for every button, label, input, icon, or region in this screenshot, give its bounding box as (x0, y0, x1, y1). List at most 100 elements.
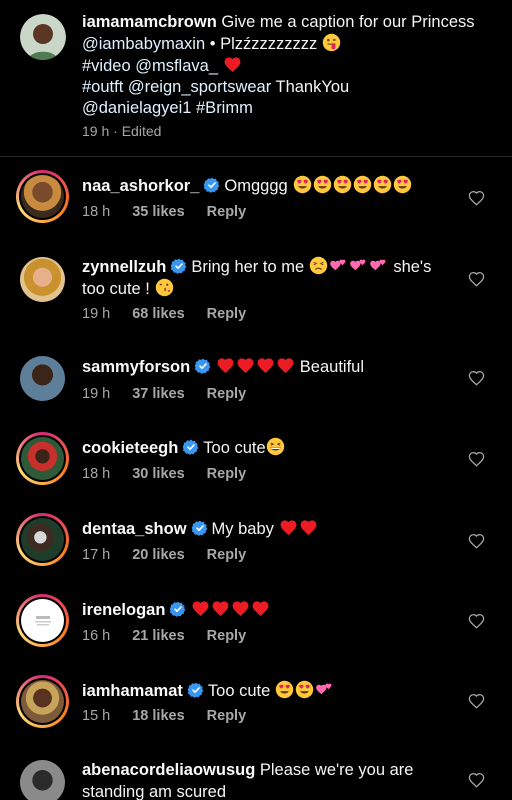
verified-badge-icon (188, 682, 204, 698)
red-heart-emoji (216, 356, 235, 375)
comment-body: Too cute (203, 439, 266, 457)
comment-likes[interactable]: 21 likes (132, 628, 184, 644)
red-heart-emoji (236, 356, 255, 375)
red-heart-emoji (279, 518, 298, 537)
heart-eyes-emoji (313, 175, 332, 194)
avatar[interactable] (16, 253, 69, 306)
red-heart-emoji (211, 599, 230, 618)
comment-username[interactable]: dentaa_show (82, 520, 187, 538)
heart-eyes-emoji (373, 175, 392, 194)
caption-edited: Edited (121, 123, 162, 139)
avatar[interactable] (16, 756, 69, 800)
avatar[interactable] (16, 352, 69, 405)
comment-body-2: she's (388, 258, 432, 276)
caption-hashtag[interactable]: #Brimm (191, 99, 253, 117)
heart-outline-icon[interactable] (468, 693, 485, 709)
avatar[interactable] (16, 594, 69, 647)
comment-body: Please we're you are (259, 761, 414, 779)
comment-meta: 19 h 68 likes Reply (82, 306, 268, 322)
comment-likes[interactable]: 68 likes (132, 306, 184, 322)
comment-username[interactable]: naa_ashorkor_ (82, 177, 199, 195)
caption-text-3: ThankYou (271, 78, 350, 96)
comment-username[interactable]: sammyforson (82, 358, 190, 376)
heart-outline-icon[interactable] (468, 271, 485, 287)
comment-time: 16 h (82, 628, 111, 644)
comment-body-2: standing am scured (82, 783, 226, 800)
caption-author-avatar[interactable] (20, 14, 66, 60)
heart-outline-icon[interactable] (468, 451, 485, 467)
reply-button[interactable]: Reply (207, 547, 247, 563)
comment-meta: 18 h 30 likes Reply (82, 466, 268, 482)
red-heart-emoji (256, 356, 275, 375)
verified-badge-icon (183, 439, 199, 455)
comment-likes[interactable]: 30 likes (132, 466, 184, 482)
comment-meta: 19 h 37 likes Reply (82, 386, 268, 402)
comment-username[interactable]: iamhamamat (82, 682, 183, 700)
comment-meta: 16 h 21 likes Reply (82, 628, 268, 644)
two-hearts-emoji (369, 256, 388, 275)
red-heart-emoji (299, 518, 318, 537)
comment-username[interactable]: zynnellzuh (82, 258, 166, 276)
caption-mention[interactable]: @reign_sportswear (128, 78, 271, 96)
avatar[interactable] (16, 170, 69, 223)
caption-time: 19 h (82, 123, 110, 139)
comment-time: 18 h (82, 204, 111, 220)
comments-screen: iamamamcbrown Give me a caption for our … (0, 0, 512, 800)
comment-likes[interactable]: 18 likes (132, 708, 184, 724)
caption-mention[interactable]: @danielagyei1 (82, 99, 191, 117)
avatar[interactable] (16, 513, 69, 566)
reply-button[interactable]: Reply (207, 708, 247, 724)
comment-text: zynnellzuh Bring her to me she's too cute… (82, 256, 452, 300)
comment-body: Omgggg (224, 177, 288, 195)
caption-hashtag[interactable]: #outft (82, 78, 123, 96)
caption-line-2: #video @msflava_ (82, 55, 492, 77)
red-heart-emoji (231, 599, 250, 618)
comment-text: abenacordeliaowusug Please we're you are… (82, 759, 452, 800)
verified-badge-icon (170, 601, 186, 617)
comment-time: 19 h (82, 306, 111, 322)
caption-line-1: iamamamcbrown Give me a caption for our … (82, 12, 492, 55)
grinning-squint-emoji (266, 437, 285, 456)
verified-badge-icon (192, 520, 208, 536)
caption-mention[interactable]: @msflava_ (135, 57, 218, 75)
caption-body: iamamamcbrown Give me a caption for our … (82, 12, 492, 119)
reply-button[interactable]: Reply (207, 628, 247, 644)
heart-outline-icon[interactable] (468, 772, 485, 788)
comment-meta: 15 h 18 likes Reply (82, 708, 268, 724)
caption-hashtag[interactable]: #video (82, 57, 131, 75)
red-heart-emoji (276, 356, 295, 375)
comment-likes[interactable]: 20 likes (132, 547, 184, 563)
reply-button[interactable]: Reply (207, 386, 247, 402)
heart-outline-icon[interactable] (468, 190, 485, 206)
comment-username[interactable]: abenacordeliaowusug (82, 761, 255, 779)
avatar[interactable] (16, 432, 69, 485)
caption-meta: 19 h · Edited (82, 123, 162, 139)
verified-badge-icon (171, 258, 187, 274)
verified-badge-icon (204, 177, 220, 193)
heart-outline-icon[interactable] (468, 533, 485, 549)
comment-likes[interactable]: 37 likes (132, 386, 184, 402)
red-heart-emoji (223, 55, 242, 74)
red-heart-emoji (251, 599, 270, 618)
heart-outline-icon[interactable] (468, 370, 485, 386)
comment-username[interactable]: cookieteegh (82, 439, 178, 457)
comment-time: 18 h (82, 466, 111, 482)
comment-likes[interactable]: 35 likes (132, 204, 184, 220)
caption-mention[interactable]: @iambabymaxin (82, 35, 205, 53)
post-caption: iamamamcbrown Give me a caption for our … (0, 0, 512, 157)
reply-button[interactable]: Reply (207, 466, 247, 482)
two-hearts-emoji (349, 256, 368, 275)
avatar[interactable] (16, 675, 69, 728)
comment-body-3: too cute ! (82, 280, 150, 298)
verified-badge-icon (195, 358, 211, 374)
comment-username[interactable]: irenelogan (82, 601, 165, 619)
comment-meta: 17 h 20 likes Reply (82, 547, 268, 563)
heart-outline-icon[interactable] (468, 613, 485, 629)
comment-text: iamhamamat Too cute (82, 680, 452, 702)
reply-button[interactable]: Reply (207, 204, 247, 220)
comment-text: irenelogan (82, 599, 452, 621)
caption-username[interactable]: iamamamcbrown (82, 13, 217, 31)
comment-time: 15 h (82, 708, 111, 724)
reply-button[interactable]: Reply (207, 306, 247, 322)
kiss-face-emoji (155, 278, 174, 297)
